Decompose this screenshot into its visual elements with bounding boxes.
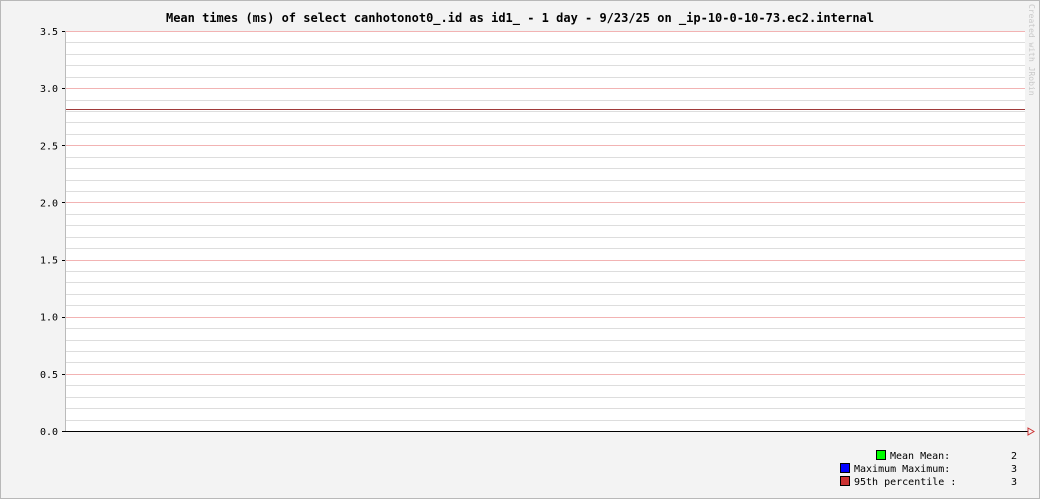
chart: Mean times (ms) of select canhotonot0_.i…	[40, 4, 1036, 488]
legend: Mean Mean: 2 Maximum Maximum: 3 95th percent…	[840, 450, 1017, 488]
y-tick-label: 3.0	[40, 84, 58, 95]
legend-value: 3	[1011, 464, 1017, 475]
y-tick-label: 0.5	[40, 370, 58, 381]
y-tick-label: 0.0	[40, 427, 58, 438]
legend-label: 95th percentile :	[854, 477, 956, 488]
x-axis-arrow	[1027, 427, 1035, 436]
chart-title: Mean times (ms) of select canhotonot0_.i…	[166, 11, 874, 26]
legend-swatch	[840, 476, 850, 486]
legend-swatch	[840, 463, 850, 473]
plot-area	[65, 31, 1025, 431]
legend-label: Maximum Maximum:	[854, 464, 950, 475]
y-axis-ticks: 0.0 0.5 1.0 1.5 2.0 2.5 3.0 3.5	[40, 27, 65, 438]
plot-background	[65, 31, 1025, 431]
legend-value: 2	[1011, 451, 1017, 462]
y-tick-label: 1.0	[40, 313, 58, 324]
y-tick-label: 3.5	[40, 27, 58, 38]
chart-credit: Created with JRobin	[1027, 4, 1036, 96]
y-tick-label: 1.5	[40, 256, 58, 267]
legend-swatch	[876, 450, 886, 460]
y-tick-label: 2.5	[40, 141, 58, 152]
legend-label: Mean Mean:	[890, 451, 950, 462]
y-tick-label: 2.0	[40, 198, 58, 209]
legend-value: 3	[1011, 477, 1017, 488]
